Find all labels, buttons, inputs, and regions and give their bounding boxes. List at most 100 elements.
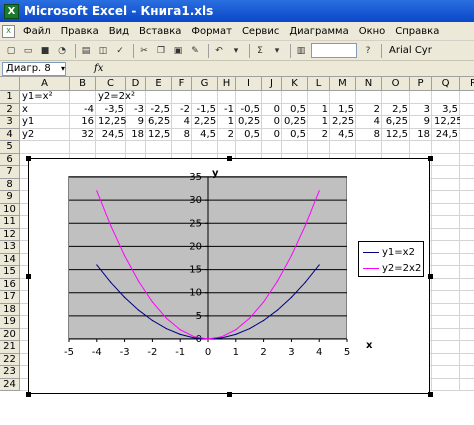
column-header-h[interactable]: H — [218, 77, 236, 91]
paste-icon[interactable]: ▣ — [171, 44, 185, 58]
document-icon[interactable]: X — [2, 24, 15, 38]
cell-value[interactable]: 24,5 — [432, 129, 460, 141]
cell[interactable] — [460, 279, 474, 291]
resize-handle[interactable] — [26, 392, 31, 397]
cell-value[interactable]: y2 — [20, 129, 70, 141]
row-header-15[interactable]: 15 — [0, 266, 20, 279]
cell[interactable] — [330, 141, 356, 154]
cell[interactable] — [460, 254, 474, 266]
cell-value[interactable]: 8 — [356, 129, 382, 141]
cell-value[interactable]: 2,5 — [382, 104, 410, 116]
column-header-n[interactable]: N — [356, 77, 382, 91]
row-header-18[interactable]: 18 — [0, 303, 20, 316]
cell[interactable] — [432, 303, 460, 316]
autosum-dropdown-icon[interactable]: ▾ — [270, 44, 284, 58]
row-header-7[interactable]: 7 — [0, 166, 20, 179]
cell-value[interactable]: -0,5 — [236, 104, 262, 116]
row-header-16[interactable]: 16 — [0, 278, 20, 291]
cell[interactable] — [308, 91, 330, 104]
cell-value[interactable]: 0,5 — [236, 129, 262, 141]
fx-icon[interactable]: fx — [94, 63, 103, 74]
cell-value[interactable]: 1,5 — [330, 104, 356, 116]
cell-value[interactable]: 32 — [70, 129, 96, 141]
cell[interactable] — [410, 141, 432, 154]
column-header-g[interactable]: G — [192, 77, 218, 91]
cell-value[interactable]: 4,5 — [192, 129, 218, 141]
cell[interactable] — [460, 354, 474, 366]
cell[interactable] — [432, 278, 460, 291]
cell-value[interactable]: 0,5 — [282, 104, 308, 116]
cell-value[interactable]: -2 — [172, 104, 192, 116]
cell-value[interactable]: 2,25 — [192, 116, 218, 129]
menu-edit[interactable]: Правка — [56, 22, 104, 41]
resize-handle[interactable] — [428, 156, 433, 161]
cell-value[interactable]: 24,5 — [96, 129, 126, 141]
cell[interactable] — [282, 91, 308, 104]
cell[interactable] — [236, 141, 262, 154]
cell-value[interactable]: 16 — [70, 116, 96, 129]
row-header-3[interactable]: 3 — [0, 116, 20, 129]
resize-handle[interactable] — [26, 274, 31, 279]
cell[interactable] — [218, 141, 236, 154]
cell[interactable] — [432, 353, 460, 366]
cell[interactable] — [172, 141, 192, 154]
cell[interactable] — [432, 228, 460, 241]
cell[interactable] — [460, 191, 474, 204]
name-box[interactable]: Диагр. 8 ▾ — [2, 61, 66, 76]
column-header-o[interactable]: O — [382, 77, 410, 91]
cell[interactable] — [432, 266, 460, 279]
cell[interactable] — [460, 379, 474, 391]
cell[interactable] — [460, 316, 474, 329]
column-header-m[interactable]: M — [330, 77, 356, 91]
row-header-23[interactable]: 23 — [0, 366, 20, 379]
cell-value[interactable]: 6,25 — [146, 116, 172, 129]
row-header-1[interactable]: 1 — [0, 91, 20, 104]
column-header-e[interactable]: E — [146, 77, 172, 91]
column-header-d[interactable]: D — [126, 77, 146, 91]
cell-value[interactable]: 2,25 — [330, 116, 356, 129]
cell[interactable] — [460, 366, 474, 379]
cell-value[interactable]: 9 — [410, 116, 432, 129]
column-header-p[interactable]: P — [410, 77, 432, 91]
chevron-down-icon[interactable]: ▾ — [61, 63, 65, 75]
cell-value[interactable]: 4 — [172, 116, 192, 129]
cell-value[interactable]: -3,5 — [96, 104, 126, 116]
cell[interactable] — [236, 91, 262, 104]
cell-value[interactable]: 6,25 — [382, 116, 410, 129]
cell[interactable] — [432, 328, 460, 341]
cell[interactable] — [356, 141, 382, 154]
row-header-4[interactable]: 4 — [0, 128, 20, 141]
cell[interactable] — [460, 241, 474, 254]
resize-handle[interactable] — [428, 392, 433, 397]
cell[interactable] — [432, 166, 460, 179]
copy-icon[interactable]: ❐ — [154, 44, 168, 58]
cell-value[interactable]: 1 — [308, 104, 330, 116]
cell[interactable] — [432, 178, 460, 191]
cell[interactable] — [410, 91, 432, 104]
menu-help[interactable]: Справка — [390, 22, 444, 41]
undo-icon[interactable]: ↶ — [212, 44, 226, 58]
cell-value[interactable]: 16 — [460, 116, 474, 129]
cell[interactable] — [192, 91, 218, 104]
cell[interactable] — [460, 216, 474, 229]
cell-value[interactable]: 3,5 — [432, 104, 460, 116]
menu-insert[interactable]: Вставка — [134, 22, 186, 41]
cell-value[interactable]: 32 — [460, 129, 474, 141]
resize-handle[interactable] — [227, 156, 232, 161]
print-preview-icon[interactable]: ◫ — [96, 44, 110, 58]
open-icon[interactable]: ▭ — [21, 44, 35, 58]
cell[interactable] — [432, 378, 460, 391]
row-header-12[interactable]: 12 — [0, 228, 20, 241]
row-header-20[interactable]: 20 — [0, 328, 20, 341]
cell[interactable] — [20, 141, 70, 154]
cell-value[interactable]: 12,25 — [96, 116, 126, 129]
format-painter-icon[interactable]: ✎ — [188, 44, 202, 58]
resize-handle[interactable] — [428, 274, 433, 279]
resize-handle[interactable] — [227, 392, 232, 397]
cell[interactable] — [356, 91, 382, 104]
cell-value[interactable]: -2,5 — [146, 104, 172, 116]
cell[interactable] — [432, 253, 460, 266]
cell-value[interactable]: 0,5 — [282, 129, 308, 141]
cell-value[interactable]: y2=2x² — [96, 91, 146, 104]
row-header-8[interactable]: 8 — [0, 178, 20, 191]
